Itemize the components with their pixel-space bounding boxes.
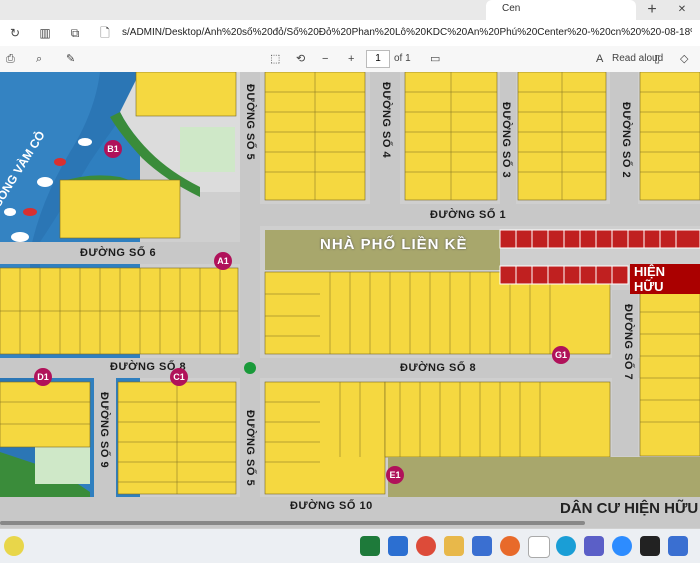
lienke-label: NHÀ PHỐ LIỀN KỀ (320, 236, 468, 253)
calendar-icon[interactable] (528, 536, 550, 558)
hienhuu-label: HIỆN HỮU (630, 264, 700, 294)
url-input[interactable]: s/ADMIN/Desktop/Ảnh%20sổ%20đỏ/Sổ%20Đỏ%20… (122, 27, 692, 38)
pdf-viewer[interactable]: SÔNG VÀM CỎ ĐƯỜNG SỐ 1 ĐƯỜNG SỐ 6 ĐƯỜNG … (0, 72, 700, 528)
road-label-so5: ĐƯỜNG SỐ 5 (244, 84, 256, 161)
road-label-so8b: ĐƯỜNG SỐ 8 (400, 362, 477, 374)
weather-icon[interactable] (4, 536, 24, 556)
cortana-icon[interactable] (388, 536, 408, 556)
read-aloud-icon[interactable]: A (596, 51, 603, 67)
zoom-out-button[interactable]: − (322, 51, 328, 67)
pdf-toolbar: ⎙ ⌕ ✎ ⬚ ⟲ − + 1 of 1 ▭ A Read aloud ▯ ◇ (0, 46, 700, 73)
reading-view-icon[interactable]: ▥ (36, 24, 54, 42)
road-label-so2: ĐƯỜNG SỐ 2 (620, 102, 632, 179)
files-icon[interactable] (444, 536, 464, 556)
zoom-in-button[interactable]: + (348, 51, 354, 67)
rotate-icon[interactable]: ⟲ (296, 51, 305, 67)
chrome-icon[interactable] (416, 536, 436, 556)
dancu-label: DÂN CƯ HIỆN HỮU (560, 500, 699, 517)
erase-icon[interactable]: ◇ (680, 51, 688, 67)
block-marker-e1: E1 (386, 466, 404, 484)
road-label-so4: ĐƯỜNG SỐ 4 (380, 82, 392, 159)
road-label-so5b: ĐƯỜNG SỐ 5 (244, 410, 256, 487)
zoom-icon[interactable] (612, 536, 632, 556)
app-icon[interactable] (668, 536, 688, 556)
page-total: of 1 (394, 53, 411, 64)
road-label-so3: ĐƯỜNG SỐ 3 (500, 102, 512, 179)
taskbar (0, 528, 700, 563)
tab-title: Cen (502, 3, 521, 14)
tab-actions-icon[interactable]: ⧉ (66, 24, 84, 42)
road-label-so7: ĐƯỜNG SỐ 7 (622, 304, 634, 381)
close-icon[interactable]: ✕ (672, 0, 692, 20)
block-marker-b1: B1 (104, 140, 122, 158)
refresh-icon[interactable]: ↻ (6, 24, 24, 42)
block-marker-g1: G1 (552, 346, 570, 364)
excel-icon[interactable] (360, 536, 380, 556)
fit-icon[interactable]: ⬚ (270, 51, 280, 67)
road-label-so9: ĐƯỜNG SỐ 9 (98, 392, 110, 469)
road-label-so10: ĐƯỜNG SỐ 10 (290, 500, 373, 512)
page-view-icon[interactable]: ▭ (430, 51, 440, 67)
sidebar-icon[interactable]: ▯ (654, 51, 660, 67)
edge-icon[interactable] (556, 536, 576, 556)
road-label-so6: ĐƯỜNG SỐ 6 (80, 247, 157, 259)
print-icon[interactable]: ⎙ (6, 51, 15, 67)
dropbox-icon[interactable] (472, 536, 492, 556)
horizontal-scrollbar[interactable] (0, 521, 585, 525)
firefox-icon[interactable] (500, 536, 520, 556)
terminal-icon[interactable] (640, 536, 660, 556)
address-bar: ↻ ▥ ⧉ 🗋 s/ADMIN/Desktop/Ảnh%20sổ%20đỏ/Sổ… (0, 20, 700, 47)
file-icon: 🗋 (100, 26, 110, 40)
draw-icon[interactable]: ✎ (66, 51, 75, 67)
new-tab-button[interactable]: + (640, 0, 664, 20)
block-marker-d1: D1 (34, 368, 52, 386)
active-tab[interactable]: Cen (486, 0, 636, 20)
search-icon[interactable]: ⌕ (36, 51, 42, 67)
road-label-so1: ĐƯỜNG SỐ 1 (430, 209, 507, 221)
page-number-input[interactable]: 1 (366, 50, 390, 68)
block-marker-a1: A1 (214, 252, 232, 270)
tab-strip: Cen + ✕ (0, 0, 700, 20)
block-marker-c1: C1 (170, 368, 188, 386)
teams-icon[interactable] (584, 536, 604, 556)
